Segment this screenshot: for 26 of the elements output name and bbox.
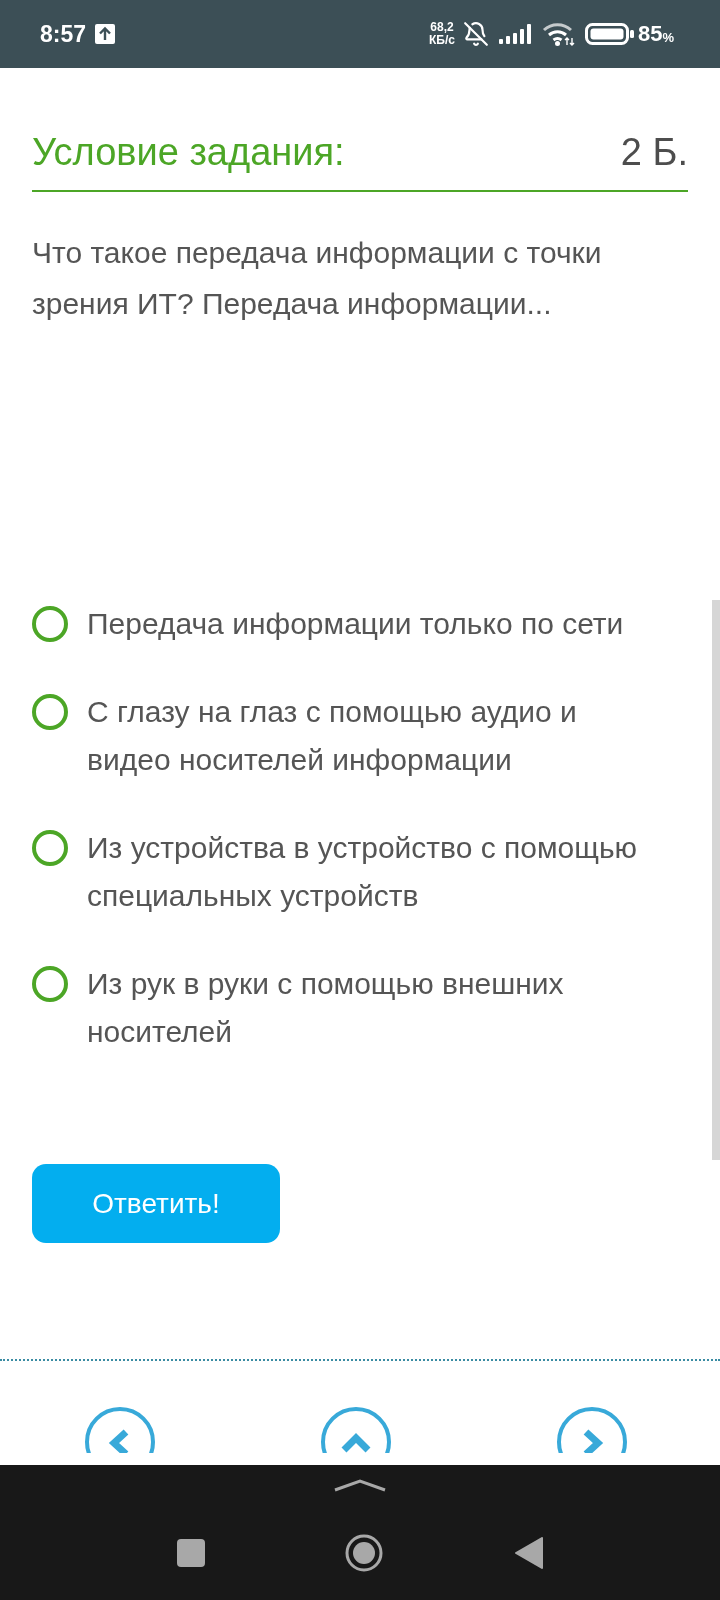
chevron-up-icon[interactable] <box>334 1478 386 1492</box>
signal-icon <box>498 24 532 44</box>
status-time: 8:57 <box>40 22 87 46</box>
radio-icon[interactable] <box>32 966 68 1002</box>
next-chevron-icon[interactable] <box>556 1406 628 1453</box>
net-speed-value: 68,2 <box>430 21 454 34</box>
net-speed-unit: КБ/с <box>429 34 455 47</box>
back-triangle-icon[interactable] <box>515 1537 543 1569</box>
task-title: Условие задания: <box>32 130 345 175</box>
home-circle-icon[interactable] <box>345 1534 383 1572</box>
battery-icon <box>584 23 634 45</box>
question-text: Что такое передача информации с точки зрения ИТ? Передача информации... <box>32 235 603 322</box>
wifi-icon <box>541 22 575 46</box>
bell-off-icon <box>462 21 489 47</box>
radio-icon[interactable] <box>32 606 68 642</box>
up-chevron-icon[interactable] <box>320 1406 392 1453</box>
answer-option[interactable]: Передача информации только по сети <box>87 600 657 648</box>
battery-percent: 85 <box>637 23 663 45</box>
answer-option[interactable]: С глазу на глаз с помощью аудио и видео носителей информации <box>87 688 657 784</box>
radio-icon[interactable] <box>32 830 68 866</box>
battery-percent-sign: % <box>662 30 674 44</box>
task-points: 2 Б. <box>620 130 688 175</box>
radio-icon[interactable] <box>32 694 68 730</box>
answer-option[interactable]: Из рук в руки с помощью внешних носителей <box>87 960 657 1056</box>
previous-chevron-icon[interactable] <box>84 1406 156 1453</box>
answer-option[interactable]: Из устройства в устройство с помощью специальных устройств <box>87 824 657 920</box>
